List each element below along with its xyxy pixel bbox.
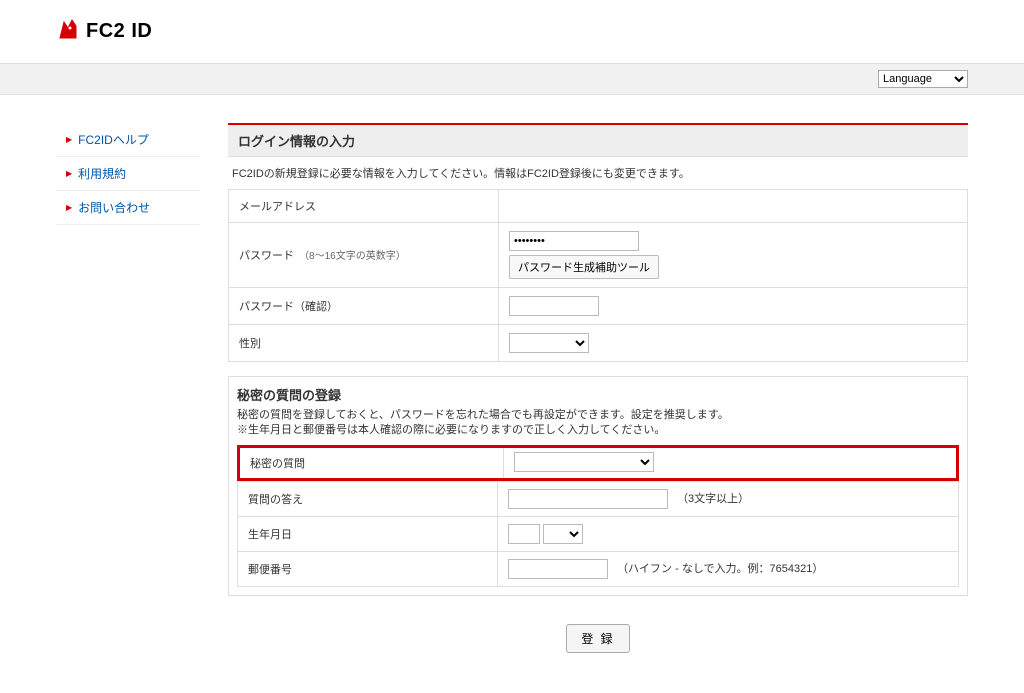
question-label: 秘密の質問 <box>240 448 504 478</box>
question-cell <box>504 448 956 478</box>
password-input[interactable] <box>509 231 639 251</box>
zip-label: 郵便番号 <box>238 551 498 586</box>
password-hint: （8～16文字の英数字） <box>299 251 406 262</box>
password-cell: パスワード生成補助ツール <box>499 223 968 288</box>
sidebar-item-label: お問い合わせ <box>78 199 150 216</box>
sidebar-item-terms[interactable]: ▶ 利用規約 <box>56 157 200 191</box>
email-label: メールアドレス <box>229 190 499 223</box>
secret-section: 秘密の質問の登録 秘密の質問を登録しておくと、パスワードを忘れた場合でも再設定が… <box>228 376 968 596</box>
arrow-icon: ▶ <box>66 135 72 144</box>
language-select[interactable]: Language <box>878 70 968 88</box>
birthday-cell <box>498 516 959 551</box>
secret-question-row-highlighted: 秘密の質問 <box>237 445 959 481</box>
sidebar-item-label: FC2IDヘルプ <box>78 131 149 148</box>
submit-button[interactable]: 登 録 <box>566 624 629 653</box>
secret-note: ※生年月日と郵便番号は本人確認の際に必要になりますので正しく入力してください。 <box>237 423 959 438</box>
answer-input[interactable] <box>508 489 668 509</box>
header: FC2 ID <box>0 0 1024 63</box>
secret-question-select[interactable] <box>514 452 654 472</box>
logo-text: FC2 ID <box>86 20 152 43</box>
arrow-icon: ▶ <box>66 203 72 212</box>
sidebar-item-help[interactable]: ▶ FC2IDヘルプ <box>56 123 200 157</box>
sidebar-item-contact[interactable]: ▶ お問い合わせ <box>56 191 200 225</box>
gender-select[interactable] <box>509 333 589 353</box>
secret-form-table: 質問の答え （3文字以上） 生年月日 郵便 <box>237 481 959 587</box>
topbar: Language <box>0 63 1024 95</box>
gender-label: 性別 <box>229 325 499 362</box>
answer-label: 質問の答え <box>238 481 498 516</box>
gender-cell <box>499 325 968 362</box>
submit-wrap: 登 録 <box>228 624 968 653</box>
password-confirm-label: パスワード（確認） <box>229 288 499 325</box>
birthday-day-input[interactable] <box>508 524 540 544</box>
secret-title: 秘密の質問の登録 <box>237 385 959 404</box>
zip-cell: （ハイフン - なしで入力。例：7654321） <box>498 551 959 586</box>
section-title-login: ログイン情報の入力 <box>228 125 968 157</box>
secret-desc: 秘密の質問を登録しておくと、パスワードを忘れた場合でも再設定ができます。設定を推… <box>237 408 959 423</box>
birthday-label: 生年月日 <box>238 516 498 551</box>
section-desc-login: FC2IDの新規登録に必要な情報を入力してください。情報はFC2ID登録後にも変… <box>228 157 968 189</box>
logo-icon <box>56 18 86 45</box>
birthday-month-select[interactable] <box>543 524 583 544</box>
zip-input[interactable] <box>508 559 608 579</box>
password-label: パスワード <box>239 250 294 262</box>
answer-hint: （3文字以上） <box>677 493 749 505</box>
password-label-cell: パスワード （8～16文字の英数字） <box>229 223 499 288</box>
arrow-icon: ▶ <box>66 169 72 178</box>
password-confirm-input[interactable] <box>509 296 599 316</box>
zip-hint: （ハイフン - なしで入力。例：7654321） <box>617 563 823 575</box>
email-cell <box>499 190 968 223</box>
password-confirm-cell <box>499 288 968 325</box>
answer-cell: （3文字以上） <box>498 481 959 516</box>
login-form-table: メールアドレス パスワード （8～16文字の英数字） パスワード生成補助ツール … <box>228 189 968 362</box>
sidebar-item-label: 利用規約 <box>78 165 126 182</box>
password-tool-button[interactable]: パスワード生成補助ツール <box>509 255 659 279</box>
sidebar: ▶ FC2IDヘルプ ▶ 利用規約 ▶ お問い合わせ <box>56 123 200 225</box>
main: ログイン情報の入力 FC2IDの新規登録に必要な情報を入力してください。情報はF… <box>228 123 968 653</box>
